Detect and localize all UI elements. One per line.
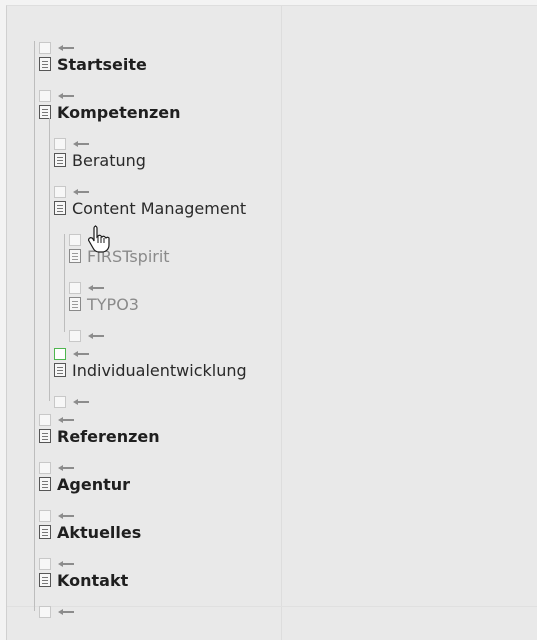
tree-node[interactable]: Aktuelles <box>39 522 141 542</box>
arrow-left-icon <box>57 511 75 521</box>
drop-target-icon[interactable] <box>39 42 51 54</box>
drop-target-icon[interactable] <box>69 282 81 294</box>
tree-node-label: TYPO3 <box>87 294 139 314</box>
page-icon <box>39 477 51 491</box>
arrow-left-icon <box>57 607 75 617</box>
tree-node[interactable]: Beratung <box>54 150 146 170</box>
tree-connector-level-2 <box>64 234 65 332</box>
arrow-left-icon <box>72 139 90 149</box>
page-icon <box>39 105 51 119</box>
drop-target-icon[interactable] <box>69 330 81 342</box>
tree-node-label: Kompetenzen <box>57 102 181 122</box>
tree-node-label: Individualentwicklung <box>72 360 247 380</box>
arrow-left-icon <box>57 91 75 101</box>
drop-target-icon[interactable] <box>54 396 66 408</box>
page-icon <box>54 201 66 215</box>
page-icon <box>69 249 81 263</box>
drop-target-icon[interactable] <box>39 510 51 522</box>
arrow-left-icon <box>72 349 90 359</box>
tree-node[interactable]: Kompetenzen <box>39 102 181 122</box>
tree-node-label: Beratung <box>72 150 146 170</box>
page-icon <box>39 573 51 587</box>
drop-target-icon[interactable] <box>39 558 51 570</box>
page-icon <box>39 429 51 443</box>
tree-node[interactable]: Kontakt <box>39 570 128 590</box>
page-icon <box>54 153 66 167</box>
tree-connector-level-1 <box>49 118 50 401</box>
arrow-left-icon <box>57 463 75 473</box>
page-icon <box>69 297 81 311</box>
page-icon <box>39 57 51 71</box>
tree-node[interactable]: Individualentwicklung <box>54 360 247 380</box>
arrow-left-icon <box>57 559 75 569</box>
tree-connector-level-0 <box>34 41 35 611</box>
drop-target-icon[interactable] <box>39 90 51 102</box>
tree-node[interactable]: Agentur <box>39 474 130 494</box>
tree-node-label: Aktuelles <box>57 522 142 542</box>
arrow-left-icon <box>72 187 90 197</box>
page-tree: Startseite Kompetenzen Beratung Content Man… <box>7 6 537 640</box>
page-icon <box>39 525 51 539</box>
tree-node[interactable]: TYPO3 <box>69 294 139 314</box>
drop-target-icon[interactable] <box>69 234 81 246</box>
page-tree-panel: Startseite Kompetenzen Beratung Content Man… <box>6 5 537 640</box>
arrow-left-icon <box>87 235 105 245</box>
drop-target-icon[interactable] <box>39 462 51 474</box>
drop-target-icon[interactable] <box>39 414 51 426</box>
drop-target-icon[interactable] <box>39 606 51 618</box>
tree-node-label: Startseite <box>57 54 147 74</box>
drop-target-row[interactable] <box>54 392 90 412</box>
tree-node[interactable]: Startseite <box>39 54 147 74</box>
drop-target-row[interactable] <box>69 326 105 346</box>
tree-node-label: Content Management <box>72 198 247 218</box>
tree-node-label: Referenzen <box>57 426 160 446</box>
drop-target-icon[interactable] <box>54 138 66 150</box>
drop-target-icon[interactable] <box>54 348 66 360</box>
arrow-left-icon <box>87 283 105 293</box>
page-icon <box>54 363 66 377</box>
drop-target-icon[interactable] <box>54 186 66 198</box>
tree-node-label: Agentur <box>57 474 131 494</box>
drop-target-row[interactable] <box>39 602 75 622</box>
arrow-left-icon <box>57 415 75 425</box>
tree-node[interactable]: FIRSTspirit <box>69 246 170 266</box>
tree-node-label: FIRSTspirit <box>87 246 170 266</box>
arrow-left-icon <box>72 397 90 407</box>
arrow-left-icon <box>57 43 75 53</box>
arrow-left-icon <box>87 331 105 341</box>
tree-node-label: Kontakt <box>57 570 129 590</box>
tree-node[interactable]: Referenzen <box>39 426 160 446</box>
tree-node[interactable]: Content Management <box>54 198 246 218</box>
